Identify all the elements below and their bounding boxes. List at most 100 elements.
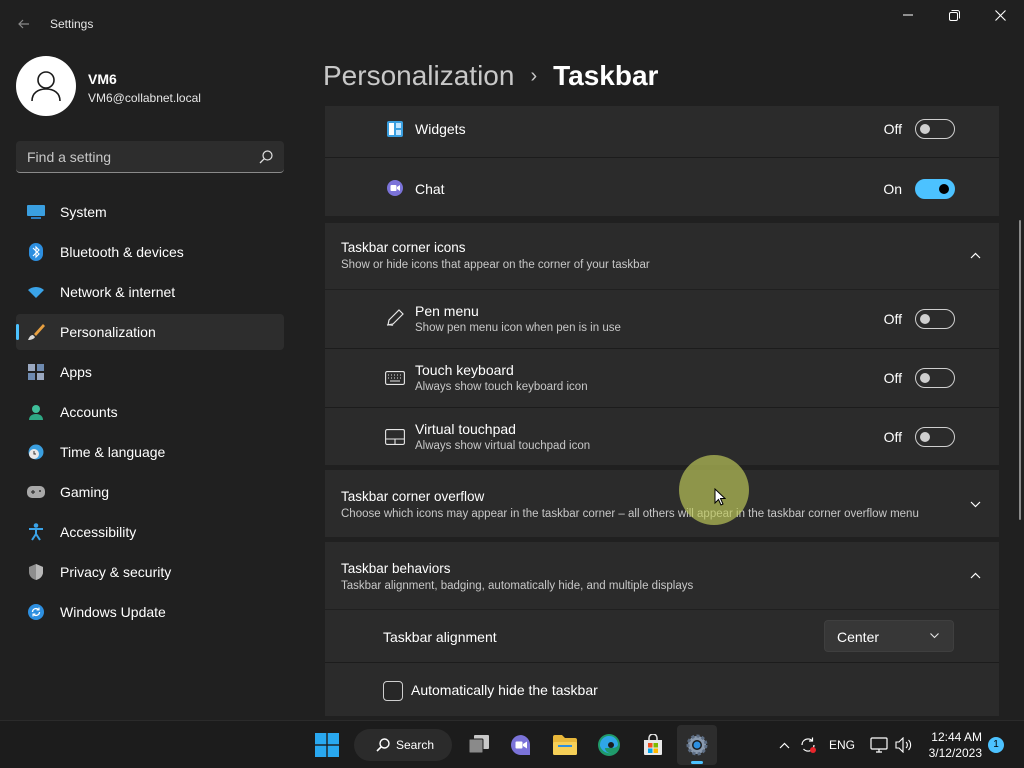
gamepad-icon bbox=[26, 482, 46, 502]
settings-app-button[interactable] bbox=[677, 725, 717, 765]
windows-logo-icon bbox=[315, 733, 339, 757]
network-status-button[interactable] bbox=[868, 725, 890, 765]
chat-state-label: On bbox=[883, 181, 902, 197]
edge-browser-button[interactable] bbox=[589, 725, 629, 765]
file-explorer-button[interactable] bbox=[545, 725, 585, 765]
pen-icon bbox=[385, 308, 405, 328]
behaviors-header[interactable]: Taskbar behaviors Taskbar alignment, bad… bbox=[325, 542, 999, 609]
shield-icon bbox=[26, 562, 46, 582]
autohide-checkbox[interactable] bbox=[383, 681, 403, 701]
sidebar-item-system[interactable]: System bbox=[16, 194, 284, 230]
person-icon bbox=[31, 71, 61, 102]
microsoft-store-button[interactable] bbox=[633, 725, 673, 765]
sidebar-item-bluetooth-devices[interactable]: Bluetooth & devices bbox=[16, 234, 284, 270]
breadcrumb-separator: › bbox=[530, 64, 538, 87]
widgets-toggle[interactable] bbox=[915, 119, 955, 139]
chevron-up-icon[interactable] bbox=[970, 252, 981, 259]
chat-label: Chat bbox=[415, 181, 445, 197]
touch-keyboard-toggle[interactable] bbox=[915, 368, 955, 388]
search-input[interactable] bbox=[16, 141, 246, 172]
windows-taskbar: Search ENG 12:44 AM 3/12/2023 1 bbox=[0, 720, 1024, 768]
sidebar-item-personalization[interactable]: Personalization bbox=[16, 314, 284, 350]
sync-status-button[interactable] bbox=[796, 725, 820, 765]
sidebar-item-time-language[interactable]: Time & language bbox=[16, 434, 284, 470]
corner-icons-header[interactable]: Taskbar corner icons Show or hide icons … bbox=[325, 223, 999, 289]
taskbar-alignment-row: Taskbar alignment Center bbox=[325, 610, 999, 662]
keyboard-icon bbox=[385, 368, 405, 388]
widgets-row: Widgets Off bbox=[325, 106, 999, 157]
behaviors-list: Taskbar alignment Center Automatically h… bbox=[325, 610, 999, 716]
apps-icon bbox=[26, 362, 46, 382]
breadcrumb: Personalization › Taskbar bbox=[323, 58, 658, 94]
widgets-label: Widgets bbox=[415, 121, 466, 137]
chevron-down-icon[interactable] bbox=[970, 501, 981, 508]
taskbar-items-card: Widgets Off Chat On bbox=[325, 106, 999, 216]
person-icon bbox=[26, 402, 46, 422]
notification-badge[interactable]: 1 bbox=[988, 737, 1004, 753]
restore-icon bbox=[949, 10, 960, 21]
corner-overflow-title: Taskbar corner overflow bbox=[341, 489, 485, 504]
pen-menu-row: Pen menu Show pen menu icon when pen is … bbox=[325, 290, 999, 348]
teams-chat-button[interactable] bbox=[501, 725, 541, 765]
corner-overflow-header[interactable]: Taskbar corner overflow Choose which ico… bbox=[325, 470, 999, 537]
back-button[interactable] bbox=[12, 12, 36, 36]
sidebar-item-accessibility[interactable]: Accessibility bbox=[16, 514, 284, 550]
volume-button[interactable] bbox=[892, 725, 916, 765]
touch-keyboard-row: Touch keyboard Always show touch keyboar… bbox=[325, 348, 999, 407]
sidebar-item-windows-update[interactable]: Windows Update bbox=[16, 594, 284, 630]
virtual-touchpad-row: Virtual touchpad Always show virtual tou… bbox=[325, 407, 999, 465]
taskbar-alignment-dropdown[interactable]: Center bbox=[824, 620, 954, 652]
settings-search[interactable] bbox=[16, 141, 284, 173]
input-language-indicator[interactable]: ENG bbox=[829, 738, 855, 752]
speaker-icon bbox=[895, 737, 912, 753]
chat-icon bbox=[385, 178, 405, 198]
app-title: Settings bbox=[50, 17, 94, 31]
task-view-button[interactable] bbox=[459, 725, 499, 765]
taskbar-search-button[interactable]: Search bbox=[354, 729, 452, 761]
taskbar-search-label: Search bbox=[396, 738, 435, 752]
close-icon bbox=[995, 10, 1006, 21]
chevron-up-icon[interactable] bbox=[970, 572, 981, 579]
chat-toggle[interactable] bbox=[915, 179, 955, 199]
virtual-touchpad-state-label: Off bbox=[883, 429, 902, 445]
sidebar-item-network-internet[interactable]: Network & internet bbox=[16, 274, 284, 310]
show-hidden-icons-button[interactable] bbox=[774, 725, 794, 765]
behaviors-subtitle: Taskbar alignment, badging, automaticall… bbox=[341, 580, 694, 592]
start-button[interactable] bbox=[307, 725, 347, 765]
breadcrumb-parent-link[interactable]: Personalization bbox=[323, 60, 514, 92]
taskbar-alignment-value: Center bbox=[837, 629, 880, 645]
chat-icon bbox=[511, 735, 531, 755]
page-title: Taskbar bbox=[553, 60, 659, 91]
clock-time[interactable]: 12:44 AM bbox=[926, 730, 982, 744]
task-view-icon bbox=[468, 735, 489, 754]
corner-icons-subtitle: Show or hide icons that appear on the co… bbox=[341, 259, 650, 271]
search-icon[interactable] bbox=[259, 150, 273, 164]
user-email: VM6@collabnet.local bbox=[88, 91, 201, 105]
sidebar-item-accounts[interactable]: Accounts bbox=[16, 394, 284, 430]
sidebar-item-privacy-security[interactable]: Privacy & security bbox=[16, 554, 284, 590]
clock-globe-icon bbox=[26, 442, 46, 462]
virtual-touchpad-toggle[interactable] bbox=[915, 427, 955, 447]
settings-content: Widgets Off Chat On Taskbar corner icons… bbox=[325, 106, 999, 716]
touch-keyboard-title: Touch keyboard bbox=[415, 362, 514, 378]
pen-menu-subtitle: Show pen menu icon when pen is in use bbox=[415, 322, 621, 334]
close-button[interactable] bbox=[978, 4, 1024, 28]
restore-button[interactable] bbox=[932, 4, 978, 28]
content-scrollbar[interactable] bbox=[1019, 220, 1021, 520]
corner-icons-title: Taskbar corner icons bbox=[341, 240, 466, 255]
chevron-up-icon bbox=[779, 742, 789, 748]
gear-icon bbox=[686, 734, 708, 756]
minimize-button[interactable] bbox=[886, 4, 932, 28]
store-icon bbox=[644, 734, 662, 755]
pen-menu-toggle[interactable] bbox=[915, 309, 955, 329]
widgets-state-label: Off bbox=[883, 121, 902, 137]
clock-date[interactable]: 3/12/2023 bbox=[926, 746, 982, 760]
user-profile[interactable]: VM6 VM6@collabnet.local bbox=[16, 56, 296, 118]
behaviors-title: Taskbar behaviors bbox=[341, 561, 451, 576]
sidebar-item-gaming[interactable]: Gaming bbox=[16, 474, 284, 510]
touch-keyboard-state-label: Off bbox=[883, 370, 902, 386]
sidebar-item-apps[interactable]: Apps bbox=[16, 354, 284, 390]
avatar bbox=[16, 56, 76, 116]
update-icon bbox=[26, 602, 46, 622]
system-icon bbox=[26, 202, 46, 222]
